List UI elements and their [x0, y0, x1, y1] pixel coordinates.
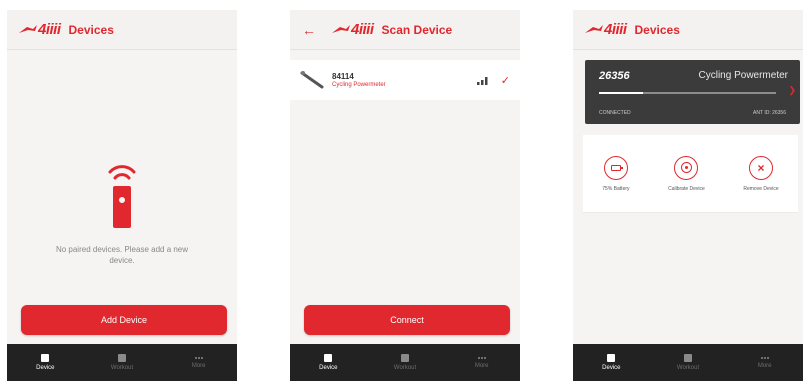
signal-strength-icon	[476, 76, 488, 85]
calibrate-icon	[674, 155, 699, 180]
calibrate-device-button[interactable]: Calibrate Device	[668, 155, 705, 192]
battery-icon	[603, 155, 628, 180]
bottom-nav: Device Workout More	[290, 344, 520, 381]
swoosh-icon	[332, 24, 350, 33]
app-bar: 4iiii Devices	[7, 10, 237, 50]
nav-item-workout[interactable]: Workout	[650, 344, 727, 381]
crank-sensor-icon	[300, 71, 324, 89]
swoosh-icon	[585, 24, 603, 33]
device-id: 84114	[332, 72, 354, 81]
back-arrow-icon[interactable]: ←	[302, 22, 316, 38]
brand-logo: 4iiii	[585, 21, 627, 38]
nav-item-device[interactable]: Device	[7, 344, 84, 381]
device-icon	[607, 354, 616, 362]
connection-progress-bar	[599, 92, 776, 94]
bottom-nav: Device Workout More	[7, 344, 237, 381]
logo-text: 4iiii	[351, 21, 374, 38]
add-device-button[interactable]: Add Device	[21, 305, 227, 335]
scan-result-item[interactable]: 84114 Cycling Powermeter ✓	[290, 60, 520, 100]
logo-text: 4iiii	[604, 21, 627, 38]
device-type: Cycling Powermeter	[698, 70, 788, 81]
device-type: Cycling Powermeter	[332, 82, 386, 88]
swoosh-icon	[19, 24, 37, 33]
workout-icon	[401, 354, 409, 362]
nav-item-workout[interactable]: Workout	[367, 344, 444, 381]
empty-message: No paired devices. Please add a new devi…	[55, 245, 189, 265]
device-icon	[324, 354, 333, 362]
nav-label: More	[191, 362, 206, 369]
more-icon	[760, 356, 769, 360]
devices-empty-screen: 4iiii Devices No paired devices. Please …	[7, 10, 237, 381]
battery-action[interactable]: 75% Battery	[602, 155, 630, 192]
chevron-right-icon[interactable]: ❯	[788, 85, 796, 96]
brand-logo: 4iiii	[19, 21, 61, 38]
action-label: Remove Device	[743, 185, 779, 192]
action-label: Calibrate Device	[668, 185, 705, 192]
checkmark-icon: ✓	[500, 74, 510, 87]
page-title: Devices	[634, 22, 680, 37]
connection-status: CONNECTED	[599, 110, 631, 116]
scan-device-screen: ← 4iiii Scan Device 84114 Cycling Powerm…	[290, 10, 520, 381]
device-card[interactable]: 26356 Cycling Powermeter CONNECTED ANT I…	[585, 60, 800, 124]
more-icon	[194, 356, 203, 360]
nav-item-more[interactable]: More	[443, 344, 520, 381]
progress-fill	[599, 92, 644, 94]
empty-state: No paired devices. Please add a new devi…	[7, 160, 237, 266]
more-icon	[477, 356, 486, 360]
nav-item-device[interactable]: Device	[290, 344, 367, 381]
nav-label: Device	[319, 365, 338, 371]
nav-label: More	[757, 362, 772, 369]
nav-item-workout[interactable]: Workout	[84, 344, 161, 381]
nav-item-more[interactable]: More	[726, 344, 803, 381]
device-id: 26356	[599, 70, 630, 82]
device-actions: 75% Battery Calibrate Device × Remove De…	[583, 135, 798, 213]
nav-item-more[interactable]: More	[160, 344, 237, 381]
workout-icon	[684, 354, 692, 362]
nav-label: Workout	[393, 365, 417, 371]
device-icon	[41, 354, 50, 362]
nav-item-device[interactable]: Device	[573, 344, 650, 381]
brand-logo: 4iiii	[332, 21, 374, 38]
workout-icon	[118, 354, 126, 362]
logo-text: 4iiii	[38, 21, 61, 38]
devices-connected-screen: 4iiii Devices 26356 Cycling Powermeter C…	[573, 10, 803, 381]
app-bar: ← 4iiii Scan Device	[290, 10, 520, 50]
nav-label: Device	[602, 365, 621, 371]
wireless-device-icon	[108, 165, 136, 228]
page-title: Scan Device	[381, 22, 453, 37]
connect-button[interactable]: Connect	[304, 305, 510, 335]
nav-label: Device	[36, 365, 55, 371]
app-bar: 4iiii Devices	[573, 10, 803, 50]
remove-icon: ×	[749, 155, 774, 180]
scan-item-text: 84114 Cycling Powermeter	[332, 72, 477, 88]
remove-device-button[interactable]: × Remove Device	[743, 155, 779, 192]
nav-label: Workout	[110, 365, 134, 371]
nav-label: More	[474, 362, 489, 369]
action-label: 75% Battery	[602, 185, 630, 192]
page-title: Devices	[68, 22, 114, 37]
bottom-nav: Device Workout More	[573, 344, 803, 381]
nav-label: Workout	[676, 365, 700, 371]
ant-id: ANT ID: 26356	[753, 110, 786, 116]
